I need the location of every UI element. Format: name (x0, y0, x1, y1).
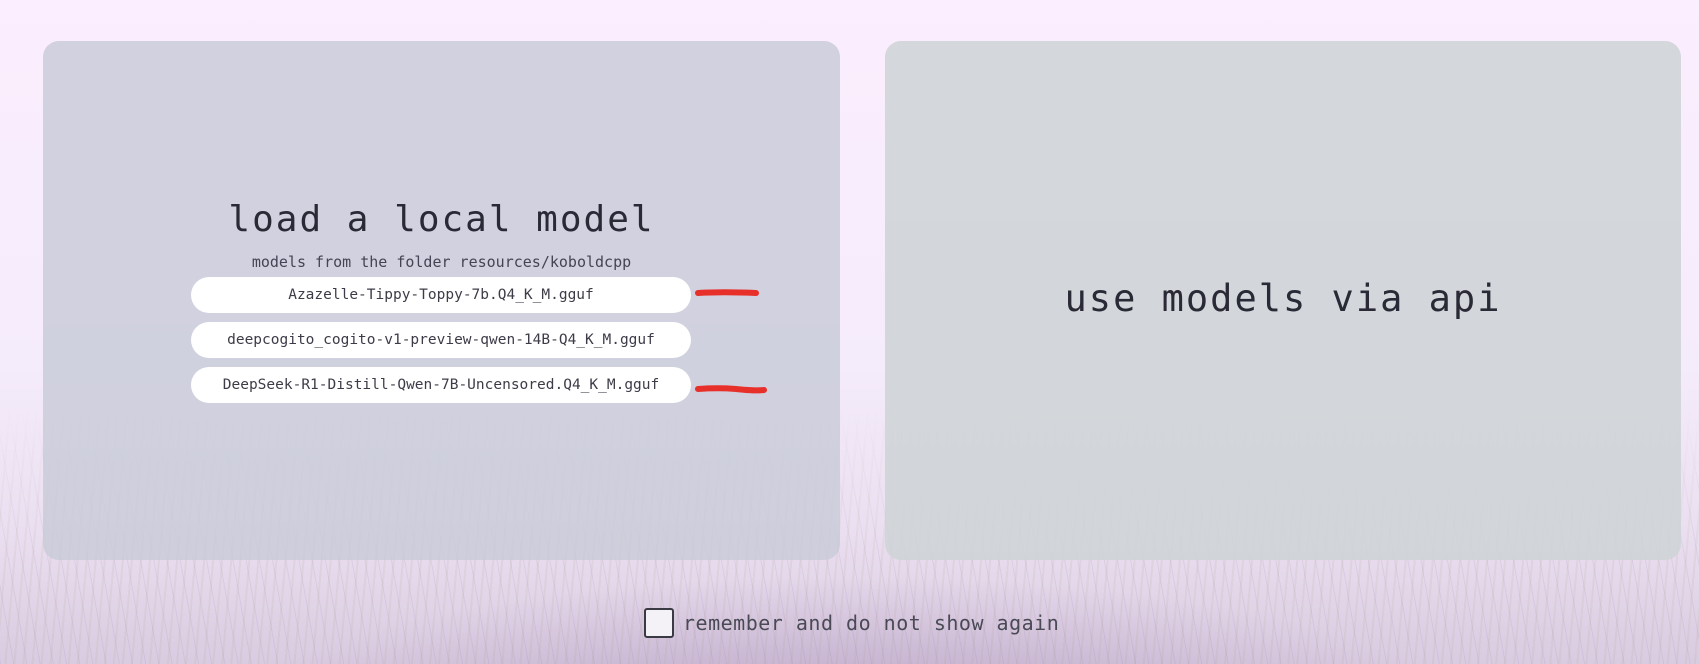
model-item[interactable]: deepcogito_cogito-v1-preview-qwen-14B-Q4… (191, 322, 691, 358)
remember-row: remember and do not show again (644, 606, 1059, 640)
remember-checkbox[interactable] (644, 608, 674, 638)
api-models-title: use models via api (1064, 277, 1502, 320)
model-item[interactable]: Azazelle-Tippy-Toppy-7b.Q4_K_M.gguf (191, 277, 691, 313)
api-models-panel[interactable]: use models via api (885, 41, 1681, 560)
local-model-subtitle: models from the folder resources/koboldc… (251, 253, 632, 271)
model-list: Azazelle-Tippy-Toppy-7b.Q4_K_M.gguf deep… (191, 277, 691, 412)
model-item[interactable]: DeepSeek-R1-Distill-Qwen-7B-Uncensored.Q… (191, 367, 691, 403)
local-model-panel: load a local model models from the folde… (43, 41, 840, 560)
local-model-title: load a local model (228, 199, 655, 240)
local-model-content: load a local model models from the folde… (43, 196, 840, 412)
remember-label[interactable]: remember and do not show again (683, 611, 1059, 635)
